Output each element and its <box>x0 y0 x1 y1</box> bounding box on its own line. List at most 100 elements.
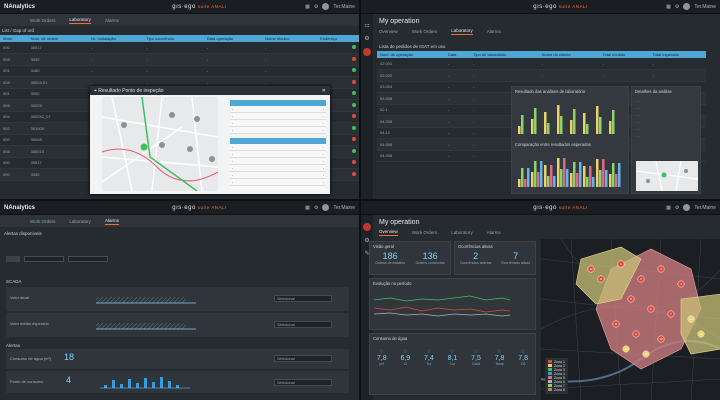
table-header-cell[interactable]: Nome do cliente <box>538 51 600 58</box>
avatar[interactable] <box>683 204 691 211</box>
gear-icon[interactable]: ⚙ <box>675 205 679 211</box>
settings-icon[interactable]: ⚙ <box>364 35 369 42</box>
water-kpi: ◌ 7,4 Tur <box>424 349 434 366</box>
table-header-cell[interactable]: Total esperado <box>649 51 706 58</box>
table-cell <box>317 42 359 54</box>
filter-input-1[interactable] <box>24 256 64 262</box>
tab-bar: Work Orders Laboratory Alarms <box>0 14 359 26</box>
tab-alarms[interactable]: Alarms <box>487 230 501 235</box>
tab-overview[interactable]: Overview <box>379 229 398 236</box>
table-row[interactable]: 00030017---- <box>0 42 359 54</box>
results-card: -- -- -- -- -- -- <box>230 138 326 190</box>
status-dot-icon <box>352 125 356 130</box>
table-row[interactable]: 006 3030- - - - <box>0 53 359 66</box>
table-row[interactable]: 001 3180- - - - <box>0 65 359 77</box>
select-2[interactable]: Selecionar <box>274 321 332 328</box>
grid-icon[interactable]: ▦ <box>666 4 671 10</box>
gear-icon[interactable]: ⚙ <box>675 4 679 10</box>
table-cell: 04.008 <box>377 138 445 151</box>
layers-icon[interactable]: ⚏ <box>364 22 369 29</box>
water-kpi: ◌ 6,9 Cl <box>400 349 410 366</box>
tab-laboratory[interactable]: Laboratory <box>69 219 91 224</box>
tab-overview[interactable]: Overview <box>379 29 398 34</box>
inspection-map[interactable] <box>102 97 218 191</box>
gear-icon[interactable]: ⚙ <box>314 205 318 211</box>
chart-bar <box>534 161 537 187</box>
alert-bar <box>112 380 115 388</box>
table-cell: - <box>444 58 471 70</box>
table-header-cell[interactable]: Endereço <box>317 35 359 42</box>
table-header-cell[interactable]: Total medido <box>599 51 650 58</box>
table-header-cell[interactable]: Work <box>0 35 28 42</box>
kpi-value: 7,8 <box>518 355 529 362</box>
tab-laboratory[interactable]: Laboratory <box>451 230 473 235</box>
chart-bar <box>524 179 527 187</box>
table-header-cell[interactable]: Tipo de laboratório <box>470 51 539 58</box>
table-header-cell[interactable]: Data operação <box>203 35 263 42</box>
kpi-label: pH <box>379 362 385 366</box>
table-cell: - <box>88 53 144 66</box>
status-dot-icon <box>352 160 356 165</box>
alert-bar <box>144 378 147 388</box>
table-header-cell[interactable]: Data <box>444 51 471 58</box>
table-header-cell[interactable]: Nr. Instalação <box>88 35 144 42</box>
table-header-cell[interactable]: Tipo ocorrência <box>143 35 204 42</box>
water-kpi: ◌ 7,5 Cond <box>471 349 481 366</box>
table-row[interactable]: 02.001- - - - - <box>377 58 706 70</box>
tab-work-orders[interactable]: Work Orders <box>30 219 55 224</box>
avatar[interactable] <box>683 3 691 10</box>
kpi-label: Temp <box>495 362 504 366</box>
tab-laboratory[interactable]: Laboratory <box>69 17 91 24</box>
zones-map[interactable]: 1 2 3 4 5 6 7 8 9 10 11 12 13 14 15 16 Zona 1 Zona 2 Zona… <box>541 239 720 400</box>
table-cell: 006 <box>0 99 28 112</box>
inspection-popup: ⌖ Resultado Ponto de inspeção ✕ -- - - -… <box>90 86 330 194</box>
table-header-cell[interactable]: Nome técnico <box>262 35 318 42</box>
alert-row-2: Ponto de consumo 4 Selecionar <box>6 371 349 393</box>
chart-bar <box>596 106 599 134</box>
user-name: Ter.Maine <box>333 204 355 211</box>
table-cell: 000 <box>0 157 28 169</box>
table-cell: - <box>203 53 263 66</box>
tab-laboratory[interactable]: Laboratory <box>451 28 473 35</box>
tab-alarms[interactable]: Alarms <box>105 18 119 23</box>
tab-alarms[interactable]: Alarms <box>487 29 501 34</box>
grid-icon[interactable]: ▦ <box>305 4 310 10</box>
select-3[interactable]: Selecionar <box>274 355 332 362</box>
scada-row-1: Valor atual Selecionar <box>6 287 349 311</box>
tab-work-orders[interactable]: Work Orders <box>30 18 55 23</box>
close-icon[interactable]: ✕ <box>322 88 326 94</box>
section-label: Lista de pedidos de IGAT em uso <box>379 44 446 49</box>
select-1[interactable]: Selecionar <box>274 295 332 302</box>
grid-icon[interactable]: ▦ <box>666 205 671 211</box>
avatar[interactable] <box>322 204 330 211</box>
table-header-cell[interactable]: Num. de ordem <box>27 35 89 42</box>
tab-alarms[interactable]: Alarms <box>104 218 119 225</box>
mini-map[interactable] <box>636 161 698 191</box>
tab-work-orders[interactable]: Work Orders <box>412 29 437 34</box>
table-row[interactable]: 02.002- - - - - <box>377 69 706 82</box>
table-cell: 3000 <box>27 88 89 100</box>
grid-icon[interactable]: ▦ <box>305 205 310 211</box>
tab-work-orders[interactable]: Work Orders <box>412 230 437 235</box>
app-title: NAnalytics <box>4 204 36 211</box>
alert-bar-chart <box>100 377 190 389</box>
gear-icon[interactable]: ⚙ <box>314 4 318 10</box>
hatched-gauge-2 <box>96 323 196 330</box>
filter-input-2[interactable] <box>68 256 108 262</box>
kpi-value: 7,4 <box>424 355 434 362</box>
quadrant-laboratory: gıs·ego suite ANALI ▦ ⚙ Ter.Maine ⚏ ⚙ My … <box>361 0 720 199</box>
profile-icon[interactable] <box>363 223 371 231</box>
filter-button[interactable] <box>6 256 20 262</box>
table-cell <box>317 53 359 66</box>
alert-bar <box>168 381 171 388</box>
kpi-label: O2 <box>520 362 526 366</box>
status-dot-icon <box>352 102 356 107</box>
legend-item: Zona 8 <box>548 388 565 392</box>
profile-icon[interactable] <box>363 48 371 56</box>
water-consumption-card: Consumo de água ◌ 7,8 pH ◌ 6,9 Cl ◌ 7,4 Tur ◌ 8,1 C… <box>369 333 536 395</box>
select-4[interactable]: Selecionar <box>274 379 332 386</box>
table-header-cell[interactable]: Num. de operação <box>377 51 445 58</box>
table-cell <box>317 65 359 77</box>
avatar[interactable] <box>322 3 330 10</box>
chart-bar <box>527 168 530 187</box>
